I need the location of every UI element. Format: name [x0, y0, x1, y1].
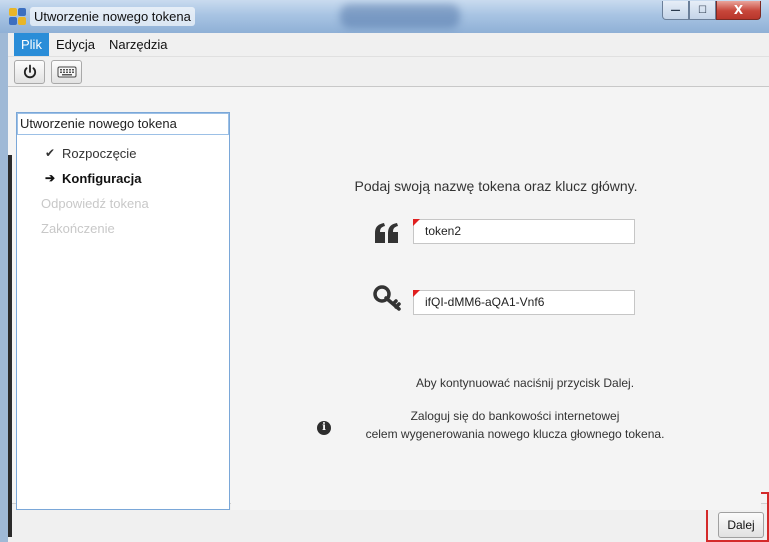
step-rozpoczecie: ✔ Rozpoczęcie — [43, 144, 136, 162]
info-icon: i — [317, 421, 331, 435]
power-icon — [23, 64, 36, 78]
close-button[interactable]: X — [716, 1, 761, 20]
master-key-input[interactable]: ifQI-dMM6-aQA1-Vnf6 — [413, 290, 635, 315]
quote-icon — [375, 223, 398, 243]
panel-dark-edge — [8, 155, 12, 537]
toolbar — [8, 57, 769, 87]
keyboard-button[interactable] — [51, 59, 82, 84]
window-controls: — ☐ X — [662, 1, 761, 21]
checkmark-icon: ✔ — [44, 146, 56, 160]
menu-bar: Plik Edycja Narzędzia — [8, 33, 769, 57]
step-label: Rozpoczęcie — [62, 145, 137, 161]
close-icon: X — [733, 3, 744, 17]
info-line-1: Zaloguj się do bankowości internetowej — [410, 409, 620, 423]
keyboard-icon — [57, 66, 76, 77]
step-odpowiedz-tokena: Odpowiedź tokena — [41, 194, 149, 212]
next-button[interactable]: Dalej — [718, 512, 764, 538]
steps-header: Utworzenie nowego tokena — [17, 113, 229, 135]
token-name-value: token2 — [425, 224, 462, 238]
app-window: Utworzenie nowego tokena — ☐ X Plik Edyc… — [0, 0, 769, 542]
step-label: Odpowiedź tokena — [41, 195, 149, 211]
step-konfiguracja: ➔ Konfiguracja — [43, 169, 142, 187]
master-key-value: ifQI-dMM6-aQA1-Vnf6 — [425, 295, 545, 309]
maximize-button[interactable]: ☐ — [689, 1, 716, 20]
title-bar-glow — [340, 4, 460, 28]
key-icon — [373, 285, 401, 311]
power-button[interactable] — [14, 59, 45, 84]
step-zakonczenie: Zakończenie — [41, 219, 115, 237]
window-title: Utworzenie nowego tokena — [34, 9, 191, 24]
step-label: Zakończenie — [41, 220, 115, 236]
continue-note: Aby kontynuować naciśnij przycisk Dalej. — [415, 376, 635, 390]
window-title-wrap: Utworzenie nowego tokena — [30, 7, 195, 26]
arrow-right-icon: ➔ — [44, 171, 56, 185]
token-name-input[interactable]: token2 — [413, 219, 635, 244]
menu-edycja[interactable]: Edycja — [49, 33, 102, 56]
title-bar[interactable]: Utworzenie nowego tokena — ☐ X — [0, 0, 769, 33]
app-logo-icon — [9, 8, 26, 25]
minimize-button[interactable]: — — [662, 1, 689, 20]
menu-plik[interactable]: Plik — [14, 33, 49, 56]
info-line-2: celem wygenerowania nowego klucza głowne… — [365, 427, 665, 441]
main-content: Podaj swoją nazwę tokena oraz klucz głów… — [231, 112, 761, 510]
form-prompt: Podaj swoją nazwę tokena oraz klucz głów… — [354, 178, 638, 194]
step-label: Konfiguracja — [62, 170, 142, 186]
maximize-icon: ☐ — [698, 4, 707, 16]
minimize-icon: — — [670, 4, 681, 16]
required-marker — [413, 219, 420, 226]
steps-panel: Utworzenie nowego tokena ✔ Rozpoczęcie ➔… — [16, 112, 230, 510]
required-marker — [413, 290, 420, 297]
menu-narzedzia[interactable]: Narzędzia — [102, 33, 175, 56]
